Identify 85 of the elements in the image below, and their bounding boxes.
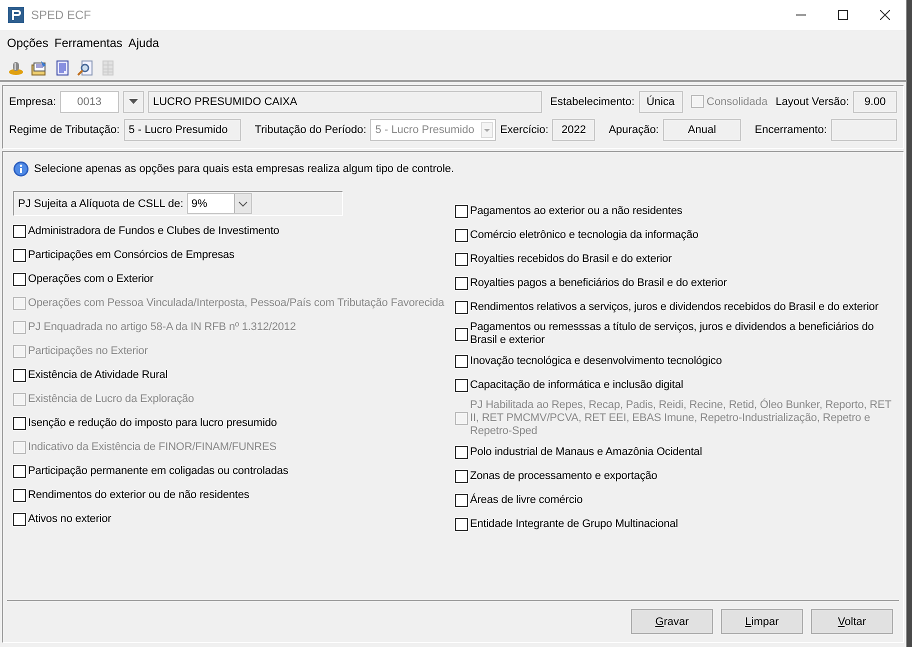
caret-icon — [128, 99, 138, 104]
fiscal-year-field[interactable]: 2022 — [552, 118, 596, 140]
company-code-field[interactable]: 0013 — [60, 90, 119, 112]
field-label: Estabelecimento: — [550, 96, 635, 108]
field-label: Encerramento: — [754, 124, 827, 136]
document-icon[interactable] — [54, 60, 70, 76]
checkbox[interactable] — [455, 300, 468, 314]
checkbox-label: Isenção e redução do imposto para lucro presumido — [28, 416, 277, 430]
field-label: Tributação do Período: — [254, 124, 366, 136]
checkbox-label: Existência de Lucro da Exploração — [28, 392, 194, 406]
checkbox-label: Participações no Exterior — [28, 344, 148, 358]
checkbox[interactable] — [13, 464, 26, 478]
checkbox[interactable] — [13, 368, 26, 382]
folder-icon[interactable] — [31, 60, 47, 76]
action-button[interactable]: Voltar — [811, 609, 893, 634]
checkbox[interactable] — [455, 494, 468, 506]
checkbox-label: Existência de Atividade Rural — [28, 368, 168, 382]
checkbox[interactable] — [455, 252, 468, 266]
window-title: SPED ECF — [31, 8, 92, 22]
checkbox-label: Royalties recebidos do Brasil e do exterior — [470, 252, 672, 266]
checkbox-label: Polo industrial de Manaus e Amazônia Ocidental — [470, 446, 702, 458]
checkbox-label: Administradora de Fundos e Clubes de Investimento — [28, 224, 280, 238]
action-button[interactable]: Limpar — [721, 609, 803, 634]
checkbox-label: Participações em Consórcios de Empresas — [28, 248, 234, 262]
checkbox-label: Entidade Integrante de Grupo Multinacional — [470, 518, 678, 530]
establishment-field[interactable]: Única — [638, 90, 682, 112]
checkbox-label: PJ Habilitada ao Repes, Recap, Padis, Reidi, Recine, Retid, Óleo Bunker, Reporto, RET II, RET PMCMV/PCVA, RET EEI, EBAS Imune, Repetro-Industrialização, Repetro e Repetro-Sped — [470, 399, 892, 438]
maximize-icon[interactable] — [838, 10, 848, 20]
checkbox-label: Inovação tecnológica e desenvolvimento tecnológico — [470, 354, 722, 368]
checkbox-label: Consolidada — [706, 96, 768, 108]
checkbox-label: Participação permanente em coligadas ou controladas — [28, 464, 288, 478]
checkbox[interactable] — [455, 204, 468, 218]
checkbox[interactable] — [13, 248, 26, 262]
field-label: PJ Sujeita a Alíquota de CSLL de: — [18, 198, 184, 210]
checkbox[interactable] — [455, 354, 468, 368]
close-icon[interactable] — [880, 10, 890, 20]
info-icon — [13, 161, 29, 177]
checkbox-label: Pagamentos ou remesssas a título de serviços, juros e dividendos a beneficiários do Brasil e exterior — [470, 321, 875, 347]
csll-rate-combo[interactable]: 9% — [187, 193, 252, 214]
info-text: Selecione apenas as opções para quais esta empresas realiza algum tipo de controle. — [34, 163, 454, 175]
checkbox[interactable] — [13, 224, 26, 238]
checkbox[interactable] — [455, 518, 468, 530]
checkbox-label: Zonas de processamento e exportação — [470, 470, 658, 482]
chevron-icon — [238, 200, 248, 206]
search-icon[interactable] — [77, 60, 93, 76]
field-label: Regime de Tributação: — [9, 124, 120, 136]
checkbox-label: Pagamentos ao exterior ou a não residentes — [470, 204, 682, 218]
company-name-field[interactable]: LUCRO PRESUMIDO CAIXA — [148, 90, 542, 112]
action-button[interactable]: Gravar — [631, 609, 713, 634]
closing-field[interactable] — [830, 118, 897, 140]
checkbox-label: Áreas de livre comércio — [470, 494, 583, 506]
field-label: Empresa: — [9, 96, 56, 108]
checkbox[interactable] — [455, 446, 468, 458]
layout-version-field[interactable]: 9.00 — [853, 90, 897, 112]
menu-item[interactable]: Ajuda — [128, 36, 160, 50]
field-label: Apuração: — [608, 124, 659, 136]
checkbox[interactable] — [455, 378, 468, 392]
checkbox[interactable] — [13, 416, 26, 430]
checkbox[interactable] — [455, 328, 468, 340]
checkbox[interactable] — [455, 276, 468, 290]
field-label: Layout Versão: — [776, 96, 850, 108]
checkbox-label: Capacitação de informática e inclusão digital — [470, 378, 684, 392]
checkbox[interactable] — [455, 228, 468, 242]
regime-field[interactable]: 5 - Lucro Presumido — [124, 118, 242, 140]
checkbox-label: PJ Enquadrada no artigo 58-A da IN RFB nº 1.312/2012 — [28, 320, 296, 334]
menu-item[interactable]: Opções — [7, 36, 48, 50]
checkbox[interactable] — [455, 470, 468, 482]
checkbox-label: Ativos no exterior — [28, 512, 112, 526]
dropdown-button[interactable] — [122, 90, 144, 112]
checkbox[interactable] — [13, 488, 26, 502]
checkbox-label: Indicativo da Existência de FINOR/FINAM/FUNRES — [28, 440, 276, 454]
checkbox-label: Comércio eletrônico e tecnologia da informação — [470, 228, 698, 242]
app-logo-icon — [8, 7, 24, 23]
checkbox-label: Rendimentos relativos a serviços, juros e dividendos recebidos do Brasil e do exterior — [470, 300, 878, 314]
caret-icon — [481, 122, 494, 138]
assessment-field[interactable]: Anual — [662, 118, 742, 140]
field-label: Exercício: — [500, 124, 548, 136]
pin-icon[interactable] — [8, 60, 24, 76]
checkbox-label: Rendimentos do exterior ou de não residentes — [28, 488, 250, 502]
checkbox-label: Royalties pagos a beneficiários do Brasil e do exterior — [470, 276, 727, 290]
checkbox-label: Operações com Pessoa Vinculada/Interposta, Pessoa/País com Tributação Favorecida — [28, 296, 444, 310]
checkbox[interactable] — [13, 512, 26, 526]
checkbox[interactable] — [13, 272, 26, 286]
menu-item[interactable]: Ferramentas — [54, 36, 122, 50]
checkbox-label: Operações com o Exterior — [28, 272, 154, 286]
